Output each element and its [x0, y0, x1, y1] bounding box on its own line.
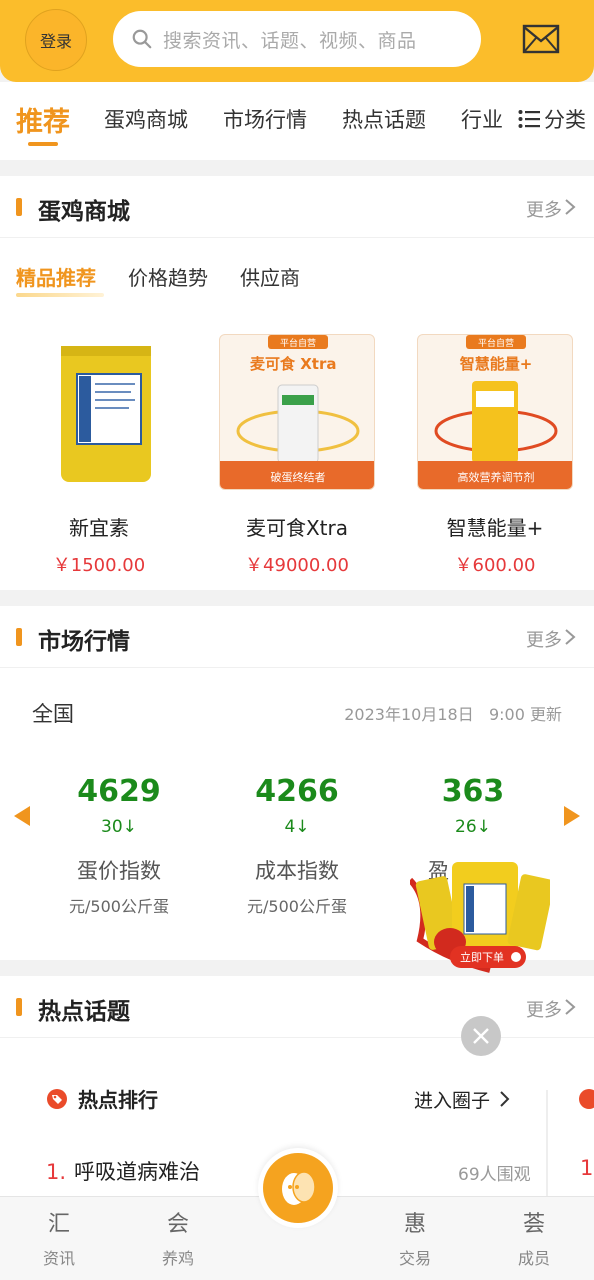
- members-icon: 荟: [522, 1212, 545, 1237]
- mall-header: 蛋鸡商城 更多: [0, 176, 594, 238]
- nav-tab-industry[interactable]: 行业: [461, 104, 503, 134]
- tab-label: 养鸡: [161, 1249, 194, 1268]
- product-image: 平台自营 麦可食 Xtra 破蛋终结者: [219, 334, 375, 490]
- nav-active-underline: [28, 142, 58, 146]
- egg-logo-icon: [263, 1153, 333, 1223]
- hot-header: 热点话题 更多: [0, 976, 594, 1038]
- list-icon: [518, 110, 540, 128]
- nav-tab-mall[interactable]: 蛋鸡商城: [104, 104, 188, 134]
- app-header: 登录 搜索资讯、话题、视频、商品: [0, 0, 594, 82]
- tab-trade[interactable]: 惠 交易: [385, 1211, 445, 1269]
- center-home-button[interactable]: [258, 1148, 338, 1228]
- search-input[interactable]: 搜索资讯、话题、视频、商品: [113, 11, 481, 67]
- hot-title: 热点话题: [38, 999, 130, 1025]
- product-name: 麦可食Xtra: [245, 516, 349, 540]
- chevron-right-icon: [500, 1091, 510, 1107]
- sub-tab-price-trend[interactable]: 价格趋势: [128, 262, 208, 291]
- mall-section: 蛋鸡商城 更多 精品推荐 价格趋势 供应商 新宜素 ￥1500.00 平台自营 …: [0, 176, 594, 590]
- product-badge: 平台自营: [478, 337, 514, 349]
- mail-icon[interactable]: [522, 24, 560, 54]
- tab-label: 成员: [517, 1249, 550, 1268]
- chevron-right-icon[interactable]: [564, 998, 576, 1016]
- product-name: 智慧能量+: [446, 516, 544, 540]
- section-marker: [16, 198, 22, 216]
- close-icon[interactable]: [461, 1016, 501, 1056]
- mall-title: 蛋鸡商城: [38, 199, 130, 225]
- hot-ranking-title: 热点排行: [46, 1084, 158, 1113]
- mall-more-link[interactable]: 更多: [526, 196, 562, 222]
- product-price: ￥1500.00: [52, 555, 146, 576]
- tab-news[interactable]: 汇 资讯: [29, 1211, 89, 1269]
- hot-topic-rank: 1.: [46, 1160, 67, 1184]
- category-button[interactable]: 分类: [516, 104, 586, 134]
- nav-tab-recommend[interactable]: 推荐: [16, 100, 70, 139]
- login-button[interactable]: 登录: [25, 9, 87, 71]
- tab-raising[interactable]: 会 养鸡: [148, 1211, 208, 1269]
- product-name: 新宜素: [69, 516, 129, 540]
- index-unit: 元/500公斤蛋: [247, 897, 347, 916]
- index-change: 30↓: [101, 817, 137, 837]
- promo-float-ad[interactable]: 立即下单: [407, 860, 555, 980]
- index-name: 蛋价指数: [77, 859, 161, 883]
- product-image: 平台自营 智慧能量+ 高效营养调节剂: [417, 334, 573, 490]
- product-price: ￥49000.00: [245, 555, 349, 576]
- mall-sub-tabs: 精品推荐 价格趋势 供应商: [16, 262, 300, 297]
- tag-icon: [579, 1089, 594, 1109]
- chevron-right-icon[interactable]: [564, 198, 576, 216]
- market-header: 市场行情 更多: [0, 606, 594, 668]
- tag-icon: [47, 1088, 67, 1109]
- index-egg-price[interactable]: 4629 30↓ 蛋价指数 元/500公斤蛋: [34, 774, 204, 917]
- product-card[interactable]: 平台自营 麦可食 Xtra 破蛋终结者 麦可食Xtra ￥49000.00: [212, 334, 382, 577]
- tab-label: 资讯: [42, 1249, 75, 1268]
- card-divider: [546, 1090, 548, 1196]
- top-nav: 推荐 蛋鸡商城 市场行情 热点话题 行业 分类: [0, 82, 594, 160]
- arrow-right-icon[interactable]: [564, 806, 580, 826]
- nav-tab-hot[interactable]: 热点话题: [342, 104, 426, 134]
- raising-icon: 会: [166, 1212, 189, 1237]
- index-change: 26↓: [455, 817, 491, 837]
- svg-text:麦可食 Xtra: 麦可食 Xtra: [250, 355, 336, 373]
- hot-more-link[interactable]: 更多: [526, 996, 562, 1022]
- next-card-rank: 1: [580, 1156, 594, 1180]
- sub-tab-supplier[interactable]: 供应商: [240, 262, 300, 291]
- arrow-left-icon[interactable]: [14, 806, 30, 826]
- promo-order-button: 立即下单: [460, 950, 504, 964]
- category-label: 分类: [544, 108, 586, 132]
- sub-tab-featured[interactable]: 精品推荐: [16, 262, 104, 297]
- section-marker: [16, 998, 22, 1016]
- svg-text:智慧能量+: 智慧能量+: [460, 355, 533, 373]
- trade-icon: 惠: [403, 1212, 426, 1237]
- search-icon: [132, 29, 152, 49]
- product-caption: 破蛋终结者: [271, 470, 326, 484]
- product-image: [21, 334, 177, 490]
- index-unit: 元/500公斤蛋: [69, 897, 169, 916]
- tab-members[interactable]: 荟 成员: [504, 1211, 564, 1269]
- search-placeholder: 搜索资讯、话题、视频、商品: [163, 29, 417, 52]
- product-card[interactable]: 平台自营 智慧能量+ 高效营养调节剂 智慧能量+ ￥600.00: [410, 334, 580, 577]
- section-marker: [16, 628, 22, 646]
- product-caption: 高效营养调节剂: [458, 470, 535, 484]
- product-badge: 平台自营: [280, 337, 316, 349]
- index-value: 4266: [255, 774, 339, 809]
- product-price: ￥600.00: [454, 555, 536, 576]
- tab-label: 交易: [398, 1249, 431, 1268]
- hot-topic-count: 69人围观: [458, 1165, 531, 1185]
- news-icon: 汇: [47, 1212, 70, 1237]
- login-label: 登录: [39, 32, 72, 51]
- index-value: 363: [441, 774, 505, 809]
- index-change: 4↓: [284, 817, 310, 837]
- index-cost[interactable]: 4266 4↓ 成本指数 元/500公斤蛋: [212, 774, 382, 917]
- chevron-right-icon[interactable]: [564, 628, 576, 646]
- enter-circle-link[interactable]: 进入圈子: [414, 1086, 510, 1113]
- market-more-link[interactable]: 更多: [526, 626, 562, 652]
- index-name: 成本指数: [255, 859, 339, 883]
- hot-topic-text: 呼吸道病难治: [74, 1160, 201, 1184]
- hot-topic-item[interactable]: 1. 呼吸道病难治: [46, 1156, 200, 1186]
- update-time: 2023年10月18日 9:00 更新: [344, 705, 562, 724]
- product-card[interactable]: 新宜素 ￥1500.00: [14, 334, 184, 577]
- region-label[interactable]: 全国: [32, 698, 74, 728]
- index-value: 4629: [77, 774, 161, 809]
- nav-tab-market[interactable]: 市场行情: [223, 104, 307, 134]
- market-title: 市场行情: [38, 629, 130, 655]
